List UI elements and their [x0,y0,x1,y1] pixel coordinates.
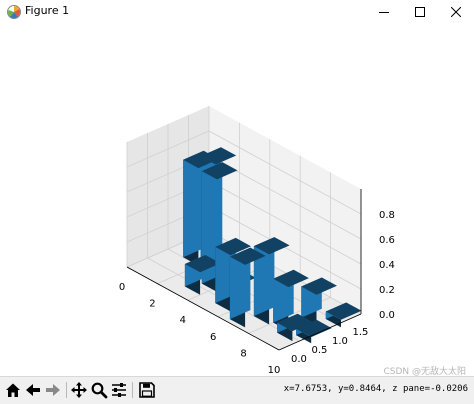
figure-canvas[interactable]: 0 2 4 6 8 10 0.0 0.5 1.0 1.5 0.0 0.2 0.4 0.6 0.8 [0,24,474,376]
zoom-button[interactable] [89,380,109,400]
x-tick-label: 8 [240,348,246,359]
y-tick-label: 1.0 [332,336,348,347]
minimize-icon [379,12,389,13]
title-bar: Figure 1 [0,0,474,25]
floppy-disk-icon [139,382,155,398]
window-title: Figure 1 [25,4,70,17]
y-tick-label: 1.5 [353,327,369,338]
z-tick-label: 0.8 [379,210,395,221]
x-tick-label: 0 [119,282,125,293]
forward-button[interactable] [43,380,63,400]
x-tick-label: 4 [180,315,186,326]
z-tick-label: 0.4 [379,260,395,271]
z-tick-label: 0.2 [379,285,395,296]
minimize-button[interactable] [366,0,402,24]
navigation-toolbar: x=7.6753, y=0.8464, z pane=-0.0206 [0,376,474,404]
3d-bar-chart[interactable]: 0 2 4 6 8 10 0.0 0.5 1.0 1.5 0.0 0.2 0.4 0.6 0.8 [0,24,474,376]
close-button[interactable] [438,0,474,24]
maximize-icon [415,7,425,17]
y-tick-label: 0.0 [291,354,307,365]
x-tick-label: 10 [268,365,281,376]
z-tick-label: 0.6 [379,235,395,246]
cursor-coordinates: x=7.6753, y=0.8464, z pane=-0.0206 [283,384,468,394]
maximize-button[interactable] [402,0,438,24]
z-tick-label: 0.0 [379,310,395,321]
magnifier-icon [91,382,108,399]
toolbar-separator [66,382,67,398]
move-icon [71,382,87,398]
pan-button[interactable] [69,380,89,400]
y-tick-label: 0.5 [312,345,328,356]
back-button[interactable] [23,380,43,400]
arrow-right-icon [46,384,60,396]
home-icon [6,383,20,397]
toolbar-separator [132,382,133,398]
close-icon [451,7,461,17]
x-tick-label: 2 [149,299,155,310]
home-button[interactable] [3,380,23,400]
x-tick-label: 6 [210,332,216,343]
save-button[interactable] [137,380,157,400]
matplotlib-logo-icon [7,5,21,19]
sliders-icon [112,383,126,397]
arrow-left-icon [26,384,40,396]
configure-subplots-button[interactable] [109,380,129,400]
